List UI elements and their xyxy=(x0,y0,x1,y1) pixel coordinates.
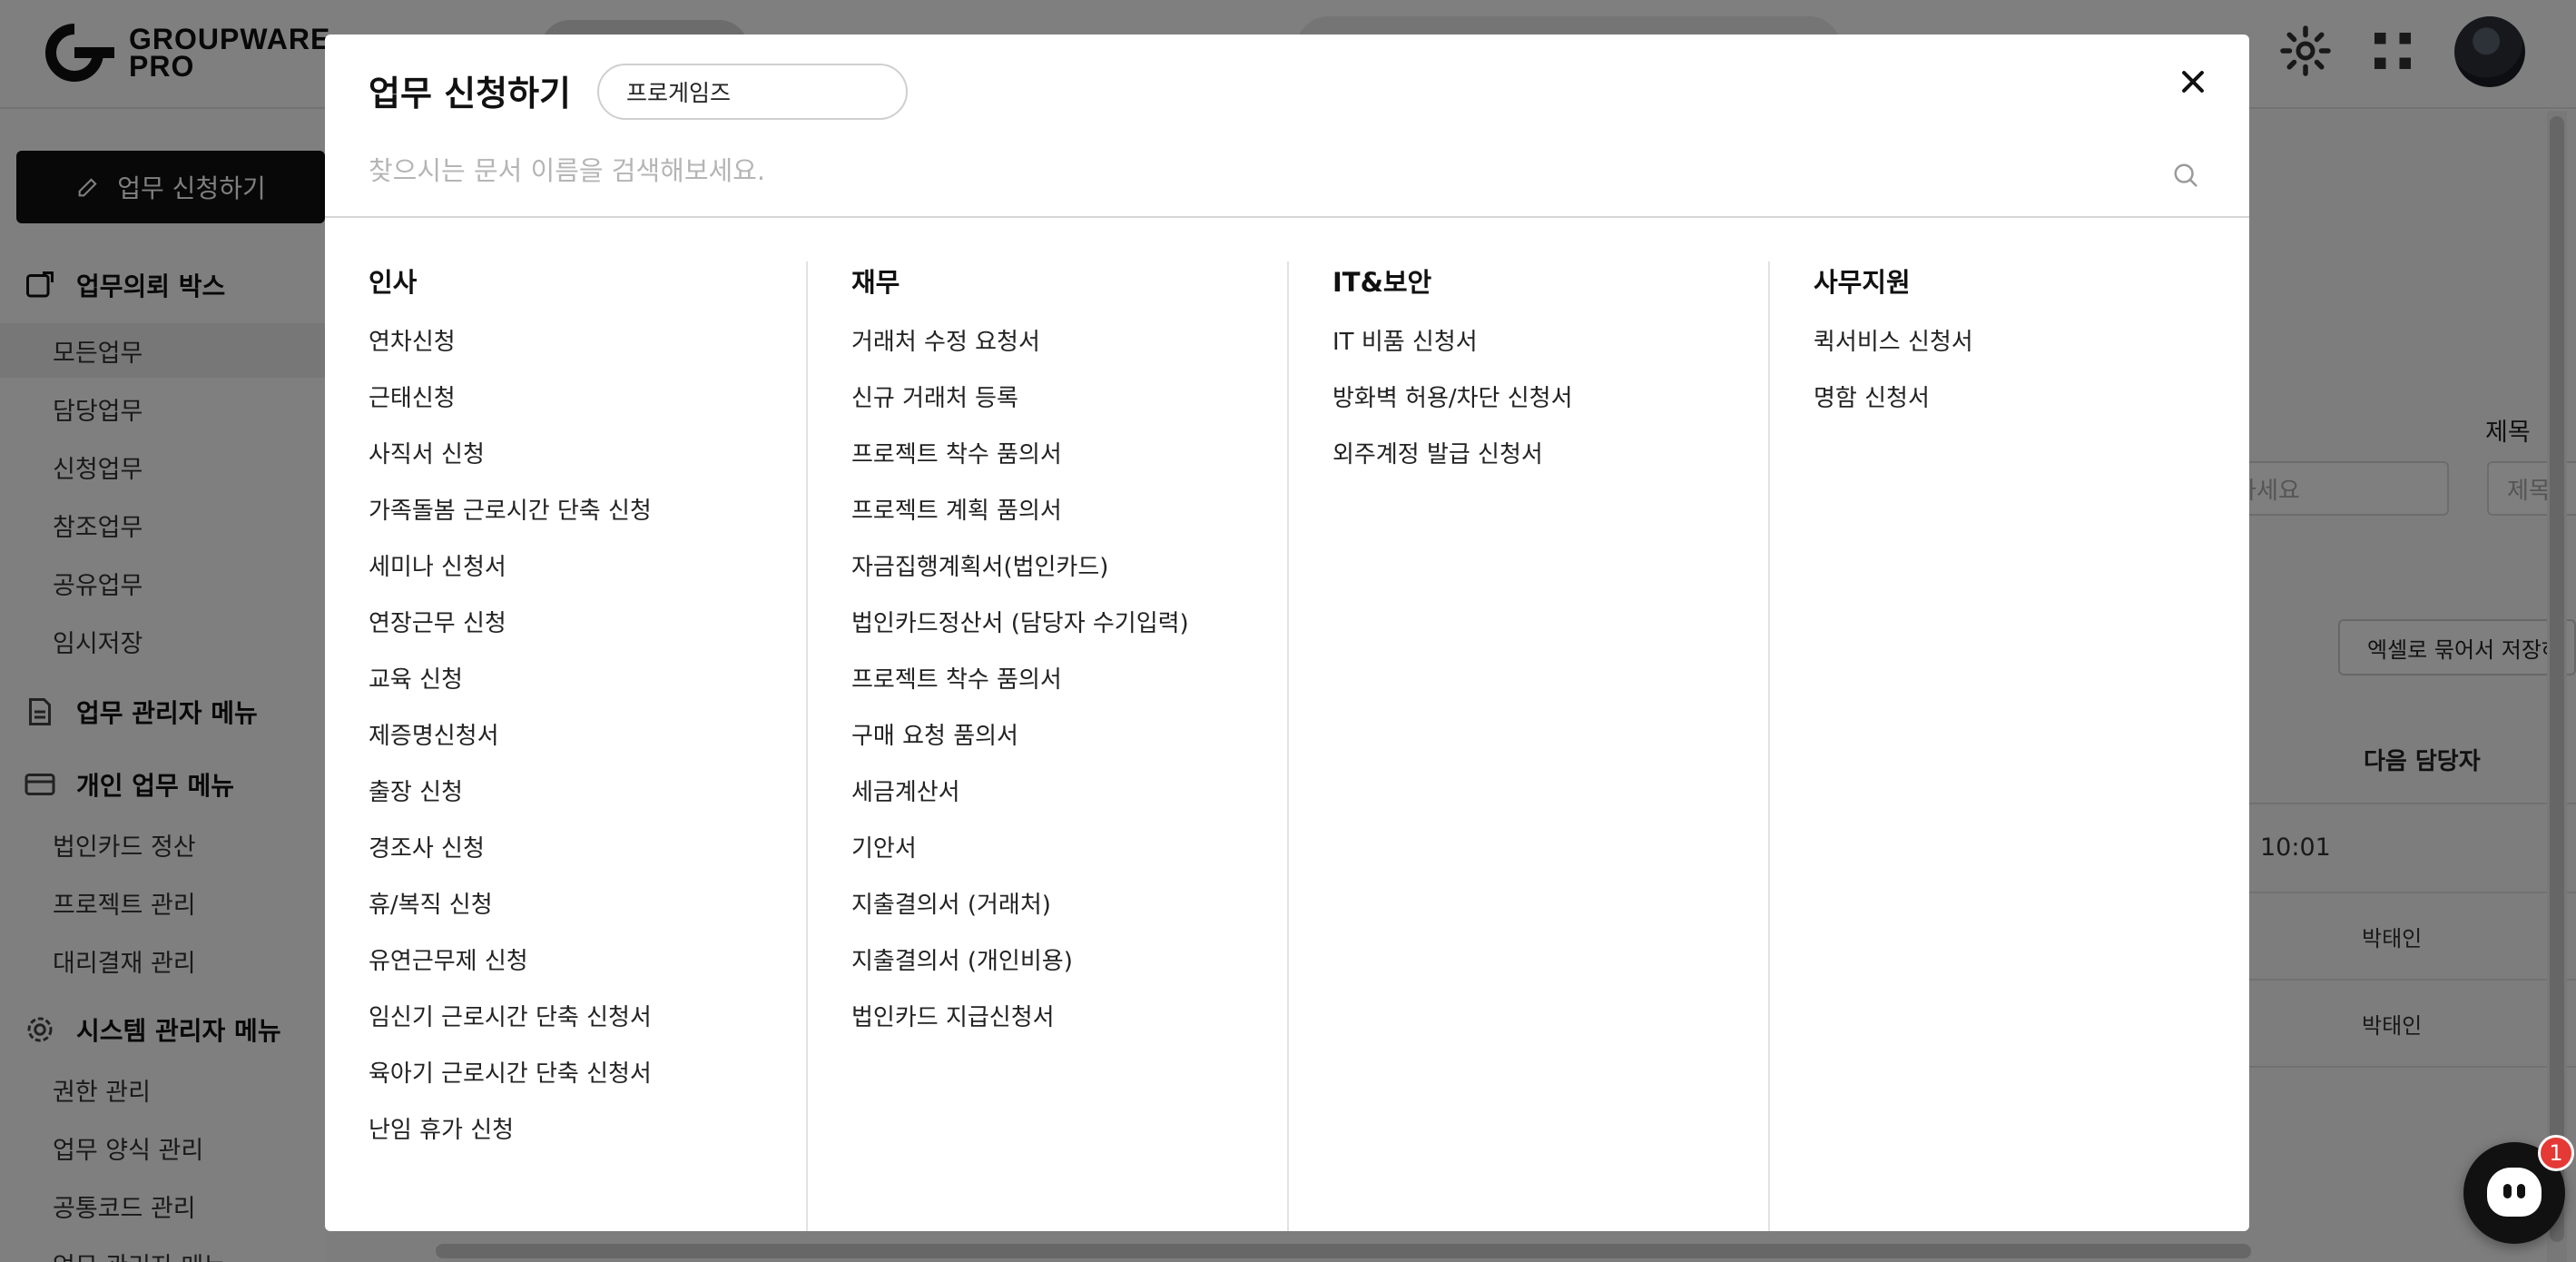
document-item[interactable]: 기안서 xyxy=(851,830,1189,886)
document-item[interactable]: 프로젝트 착수 품의서 xyxy=(851,661,1189,717)
document-item[interactable]: 방화벽 허용/차단 신청서 xyxy=(1332,380,1573,436)
document-item[interactable]: 명함 신청서 xyxy=(1814,380,1973,436)
document-item[interactable]: 제증명신청서 xyxy=(369,717,652,774)
search-icon[interactable] xyxy=(2172,162,2199,189)
document-item[interactable]: 출장 신청 xyxy=(369,774,652,830)
document-list: IT 비품 신청서 방화벽 허용/차단 신청서 외주계정 발급 신청서 xyxy=(1332,323,1573,492)
document-item[interactable]: 교육 신청 xyxy=(369,661,652,717)
category-heading: 재무 xyxy=(851,267,900,298)
chat-unread-badge: 1 xyxy=(2538,1135,2574,1171)
document-item[interactable]: 육아기 근로시간 단축 신청서 xyxy=(369,1055,652,1111)
document-list: 퀵서비스 신청서 명함 신청서 xyxy=(1814,323,1973,436)
document-item[interactable]: 임신기 근로시간 단축 신청서 xyxy=(369,999,652,1055)
document-item[interactable]: 경조사 신청 xyxy=(369,830,652,886)
document-search-input[interactable] xyxy=(369,142,2148,200)
document-item[interactable]: 자금집행계획서(법인카드) xyxy=(851,548,1189,605)
document-item[interactable]: 연차신청 xyxy=(369,323,652,380)
category-heading: IT&보안 xyxy=(1332,267,1432,298)
document-item[interactable]: 지출결의서 (개인비용) xyxy=(851,942,1189,999)
company-selector[interactable]: 프로게임즈 xyxy=(597,64,908,120)
document-list: 거래처 수정 요청서 신규 거래처 등록 프로젝트 착수 품의서 프로젝트 계획 품의… xyxy=(851,323,1189,1055)
category-heading: 사무지원 xyxy=(1814,267,1911,298)
document-item[interactable]: 외주계정 발급 신청서 xyxy=(1332,436,1573,492)
document-item[interactable]: 연장근무 신청 xyxy=(369,605,652,661)
document-item[interactable]: 퀵서비스 신청서 xyxy=(1814,323,1973,380)
category-column-it-security: IT&보안 IT 비품 신청서 방화벽 허용/차단 신청서 외주계정 발급 신청서 xyxy=(1287,261,1768,1231)
document-item[interactable]: 가족돌봄 근로시간 단축 신청 xyxy=(369,492,652,548)
document-item[interactable]: IT 비품 신청서 xyxy=(1332,323,1573,380)
apply-task-modal: 업무 신청하기 프로게임즈 인사 연차신청근태신청사직서 신청가족돌봄 근로시간… xyxy=(325,35,2249,1231)
document-item[interactable]: 난임 휴가 신청 xyxy=(369,1111,652,1168)
category-column-finance: 재무 거래처 수정 요청서 신규 거래처 등록 프로젝트 착수 품의서 프로젝트 계획… xyxy=(806,261,1287,1231)
document-item[interactable]: 세금계산서 xyxy=(851,774,1189,830)
category-column-hr: 인사 연차신청 근태신청 사직서 신청 가족돌봄 근로시간 단축 신청 세미나 신청서 연… xyxy=(325,261,806,1231)
chat-button[interactable]: 1 xyxy=(2463,1135,2574,1244)
document-item[interactable]: 근태신청 xyxy=(369,380,652,436)
document-item[interactable]: 구매 요청 품의서 xyxy=(851,717,1189,774)
document-item[interactable]: 지출결의서 (거래처) xyxy=(851,886,1189,942)
category-column-office-support: 사무지원 퀵서비스 신청서 명함 신청서 xyxy=(1768,261,2249,1231)
document-item[interactable]: 거래처 수정 요청서 xyxy=(851,323,1189,380)
document-search xyxy=(369,142,2206,200)
modal-title: 업무 신청하기 xyxy=(369,74,571,113)
chat-bubble-icon xyxy=(2487,1168,2542,1217)
document-item[interactable]: 프로젝트 계획 품의서 xyxy=(851,492,1189,548)
document-item[interactable]: 유연근무제 신청 xyxy=(369,942,652,999)
document-item[interactable]: 법인카드 지급신청서 xyxy=(851,999,1189,1055)
document-item[interactable]: 신규 거래처 등록 xyxy=(851,380,1189,436)
document-item[interactable]: 법인카드정산서 (담당자 수기입력) xyxy=(851,605,1189,661)
document-item[interactable]: 휴/복직 신청 xyxy=(369,886,652,942)
document-item[interactable]: 프로젝트 착수 품의서 xyxy=(851,436,1189,492)
document-item[interactable]: 사직서 신청 xyxy=(369,436,652,492)
close-icon[interactable] xyxy=(2173,62,2213,102)
document-item[interactable]: 세미나 신청서 xyxy=(369,548,652,605)
category-heading: 인사 xyxy=(369,267,418,298)
document-list: 연차신청 근태신청 사직서 신청 가족돌봄 근로시간 단축 신청 세미나 신청서 연장근무… xyxy=(369,323,652,1168)
